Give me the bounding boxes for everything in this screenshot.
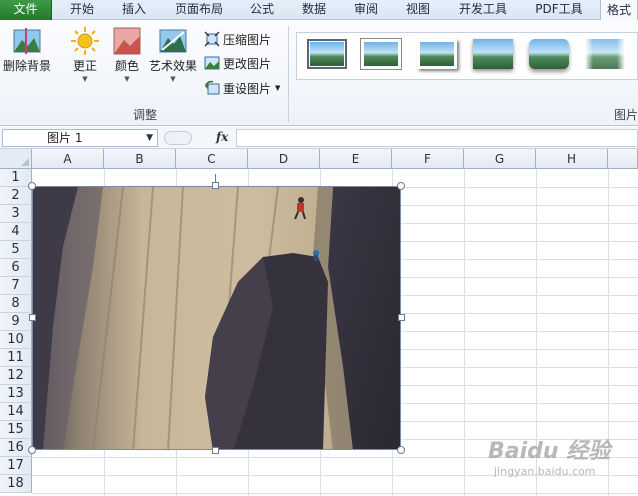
row-header[interactable]: 10 — [0, 331, 32, 349]
row-header[interactable]: 15 — [0, 421, 32, 439]
rock-climbing-photo — [33, 187, 400, 449]
group-divider — [288, 26, 289, 122]
grid-line — [464, 169, 465, 496]
row-header[interactable]: 6 — [0, 259, 32, 277]
tab-file[interactable]: 文件 — [0, 0, 52, 20]
row-header[interactable]: 14 — [0, 403, 32, 421]
row-header[interactable]: 13 — [0, 385, 32, 403]
picture-styles-group-label: 图片 — [613, 108, 638, 122]
picture-style-thumb[interactable] — [307, 39, 347, 69]
tab-review[interactable]: 审阅 — [344, 0, 388, 20]
formula-bar-splitter[interactable] — [164, 131, 192, 145]
resize-handle-bottom-right[interactable] — [397, 446, 405, 454]
picture-style-thumb[interactable] — [529, 39, 569, 69]
formula-bar: 图片 1 ▼ fx — [0, 127, 638, 149]
tab-view[interactable]: 视图 — [396, 0, 440, 20]
row-header[interactable]: 5 — [0, 241, 32, 259]
resize-handle-top-right[interactable] — [397, 182, 405, 190]
row-header[interactable]: 2 — [0, 187, 32, 205]
row-header[interactable]: 4 — [0, 223, 32, 241]
remove-background-label: 删除背景 — [2, 59, 51, 73]
column-header[interactable]: H — [536, 149, 608, 169]
name-box[interactable]: 图片 1 ▼ — [2, 129, 158, 147]
column-header[interactable]: A — [32, 149, 104, 169]
picture-style-thumb[interactable] — [361, 39, 401, 69]
column-header[interactable]: F — [392, 149, 464, 169]
selected-picture[interactable] — [32, 186, 401, 450]
change-picture-label: 更改图片 — [223, 56, 272, 71]
dropdown-arrow-icon: ▼ — [170, 75, 176, 83]
compress-icon — [204, 31, 220, 47]
compress-pictures-button[interactable]: 压缩图片 — [204, 29, 284, 49]
tab-data[interactable]: 数据 — [292, 0, 336, 20]
select-all-button[interactable] — [0, 149, 32, 169]
row-header[interactable]: 11 — [0, 349, 32, 367]
insert-function-icon[interactable]: fx — [216, 130, 228, 144]
chevron-down-icon[interactable]: ▼ — [146, 130, 153, 146]
artistic-effects-button[interactable]: 艺术效果 ▼ — [146, 24, 200, 90]
picture-styles-gallery — [296, 32, 638, 80]
grid-line — [32, 493, 638, 494]
tab-page-layout[interactable]: 页面布局 — [166, 0, 232, 20]
reset-picture-icon — [205, 80, 220, 95]
row-header[interactable]: 8 — [0, 295, 32, 313]
artistic-effects-icon — [159, 29, 187, 53]
formula-input[interactable] — [236, 129, 638, 147]
remove-background-button[interactable]: 删除背景 — [0, 24, 54, 90]
color-icon — [113, 27, 141, 55]
resize-handle-left[interactable] — [29, 314, 36, 321]
ribbon: 删除背景 更正 ▼ 颜色 ▼ 艺术效果 ▼ 压缩图片 更改图片 重设图片 ▼ 调… — [0, 20, 638, 126]
sun-icon — [71, 27, 99, 55]
column-header[interactable]: E — [320, 149, 392, 169]
row-header[interactable]: 12 — [0, 367, 32, 385]
tab-developer[interactable]: 开发工具 — [448, 0, 518, 20]
picture-style-thumb[interactable] — [417, 39, 457, 69]
name-box-value: 图片 1 — [47, 131, 83, 145]
row-header[interactable]: 18 — [0, 475, 32, 493]
adjust-group-label: 调整 — [132, 108, 157, 122]
baidu-watermark: Baidu 经验 jingyan.baidu.com — [488, 425, 638, 490]
resize-handle-bottom[interactable] — [212, 447, 219, 454]
reset-picture-button[interactable]: 重设图片 ▼ — [204, 78, 284, 98]
row-header[interactable]: 3 — [0, 205, 32, 223]
remove-background-icon — [13, 28, 41, 54]
watermark-main: Baidu 经验 — [488, 439, 611, 464]
change-picture-icon — [204, 56, 220, 70]
artistic-effects-label: 艺术效果 — [148, 59, 197, 73]
dropdown-arrow-icon: ▼ — [275, 84, 281, 92]
compress-pictures-label: 压缩图片 — [223, 32, 272, 47]
picture-style-thumb[interactable] — [473, 39, 513, 69]
picture-style-thumb[interactable] — [585, 39, 625, 69]
tab-formulas[interactable]: 公式 — [240, 0, 284, 20]
resize-handle-top[interactable] — [212, 182, 219, 189]
row-header[interactable]: 17 — [0, 457, 32, 475]
resize-handle-bottom-left[interactable] — [28, 446, 36, 454]
watermark-url: jingyan.baidu.com — [494, 465, 596, 478]
reset-picture-label: 重设图片 — [223, 81, 272, 96]
resize-handle-top-left[interactable] — [28, 182, 36, 190]
tab-insert[interactable]: 插入 — [112, 0, 156, 20]
column-header[interactable]: C — [176, 149, 248, 169]
tab-pdf-tools[interactable]: PDF工具 — [526, 0, 592, 20]
tab-format[interactable]: 格式 — [600, 0, 638, 20]
row-header[interactable]: 7 — [0, 277, 32, 295]
column-header[interactable]: D — [248, 149, 320, 169]
column-header[interactable] — [608, 149, 638, 169]
row-header[interactable]: 9 — [0, 313, 32, 331]
resize-handle-right[interactable] — [398, 314, 405, 321]
change-picture-button[interactable]: 更改图片 — [204, 53, 284, 73]
tab-home[interactable]: 开始 — [60, 0, 104, 20]
ribbon-tab-bar: 文件 开始 插入 页面布局 公式 数据 审阅 视图 开发工具 PDF工具 格式 — [0, 0, 638, 20]
column-header[interactable]: G — [464, 149, 536, 169]
column-header[interactable]: B — [104, 149, 176, 169]
